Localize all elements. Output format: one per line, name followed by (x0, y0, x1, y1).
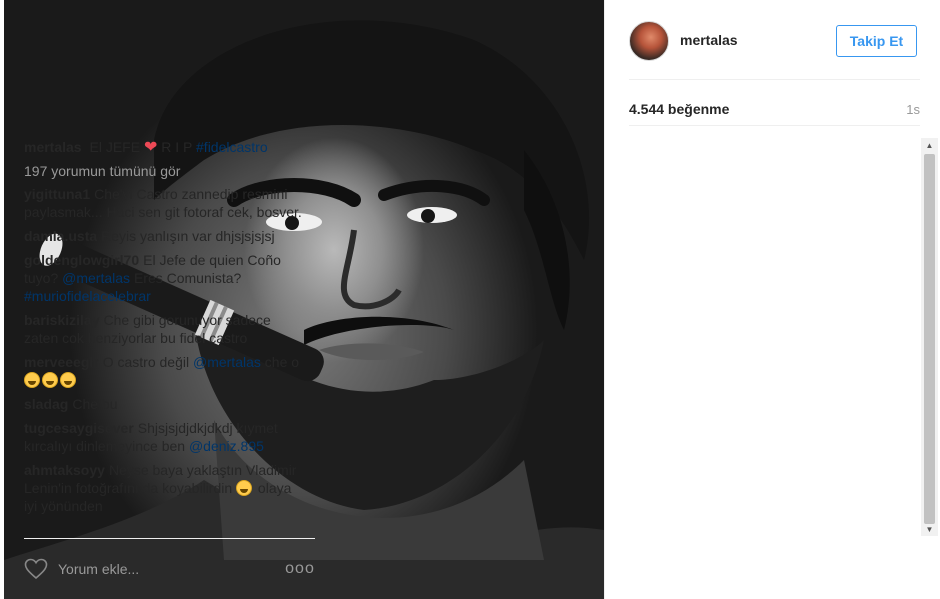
comment-user[interactable]: tugcesaygisever (24, 420, 134, 436)
comment-mention[interactable]: @mertalas (193, 354, 261, 370)
comment-text: Reyis yanlışın var dhjsjsjsjsj (101, 228, 275, 244)
comment-footer: ooo (24, 538, 315, 599)
post-header: mertalas Takip Et (629, 0, 920, 80)
comment-user[interactable]: ahmtaksoyy (24, 462, 105, 478)
comment-user[interactable]: bariskizilay (24, 312, 100, 328)
list-item: merveeeglr O castro değil @mertalas che o (24, 353, 306, 389)
caption-text: El JEFE (89, 139, 141, 155)
list-item: tugcesaygisever Shjsjsjdjdkjdkdj kıymet k… (24, 419, 306, 455)
heart-outline-icon[interactable] (24, 558, 48, 580)
list-item: yigittuna1 Che'yi Castro zannedip resmini… (24, 185, 306, 221)
grinning-emoji-icon (236, 480, 253, 496)
comment-user[interactable]: damla.usta (24, 228, 97, 244)
comment-user[interactable]: merveeeglr (24, 354, 99, 370)
more-options-icon[interactable]: ooo (285, 559, 315, 579)
list-item: goldenglowgirl70 El Jefe de quien Coño tu… (24, 251, 306, 305)
comment-hashtag[interactable]: #muriofidelacelebrar (24, 288, 151, 304)
username[interactable]: mertalas (680, 32, 738, 48)
comment-mention[interactable]: @mertalas (62, 270, 130, 286)
likes-row: 4.544 beğenme 1s (629, 92, 920, 126)
follow-button[interactable]: Takip Et (836, 25, 917, 57)
comment-user[interactable]: goldenglowgirl70 (24, 252, 139, 268)
scroll-down-arrow[interactable]: ▼ (921, 522, 938, 536)
comments-scrollbar[interactable]: ▲ ▼ (921, 138, 938, 536)
comment-user[interactable]: sladag (24, 396, 68, 412)
comment-text-2: Eres Comunista? (133, 270, 242, 286)
list-item: sladag Che bu (24, 395, 306, 413)
scroll-up-arrow[interactable]: ▲ (921, 138, 938, 152)
grinning-emoji-icon (60, 372, 76, 388)
caption-hashtag[interactable]: #fidelcastro (196, 139, 268, 155)
likes-count[interactable]: 4.544 beğenme (629, 101, 729, 117)
comments-list[interactable]: mertalas El JEFE ❤ R I P #fidelcastro 19… (24, 138, 324, 536)
list-item: bariskizilay Che gibi gorunuyor sadece za… (24, 311, 306, 347)
scroll-thumb[interactable] (924, 154, 935, 524)
comment-text-2: che o (264, 354, 300, 370)
comment-mention[interactable]: @deniz.895 (189, 438, 264, 454)
caption-user[interactable]: mertalas (24, 139, 82, 155)
post-details-panel: mertalas Takip Et 4.544 beğenme 1s (604, 0, 940, 599)
post-time[interactable]: 1s (906, 102, 920, 117)
comment-text: O castro değil (102, 354, 190, 370)
grinning-emoji-icon (42, 372, 58, 388)
caption: mertalas El JEFE ❤ R I P #fidelcastro (24, 138, 306, 157)
comment-input[interactable] (58, 557, 268, 581)
comment-text: Che bu (72, 396, 118, 412)
comment-user[interactable]: yigittuna1 (24, 186, 90, 202)
grinning-emoji-icon (24, 372, 40, 388)
avatar[interactable] (629, 21, 669, 61)
list-item: ahmtaksoyy Neyse baya yaklaştın Vladimir … (24, 461, 306, 515)
list-item: damla.usta Reyis yanlışın var dhjsjsjsjsj (24, 227, 306, 245)
instagram-post: mertalas Takip Et 4.544 beğenme 1s merta… (0, 0, 940, 599)
heart-icon: ❤ (143, 139, 158, 156)
caption-text-after: R I P (161, 139, 193, 155)
view-all-comments-link[interactable]: 197 yorumun tümünü gör (24, 163, 324, 179)
